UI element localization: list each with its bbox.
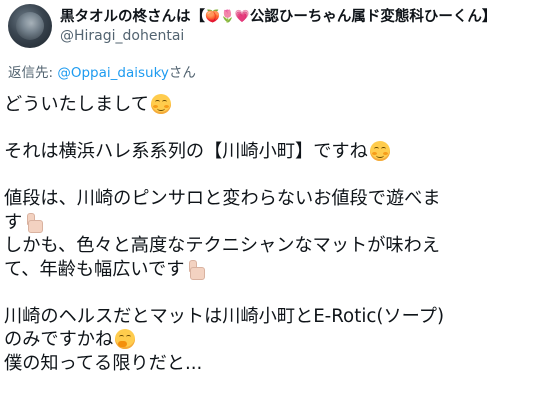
thumbs-up-icon [24,212,44,233]
user-handle[interactable]: @Hiragi_dohentai [60,27,184,45]
tweet-line: それは横浜ハレ系系列の【川崎小町】ですね [4,140,536,164]
tweet-line-text: 川崎のヘルスだとマットは川崎小町とE-Rotic(ソープ) [4,305,445,327]
tweet-line-text: のみですかね [4,329,114,350]
tweet-line: どういたしまして [4,93,536,117]
tweet-line: 値段は、川崎のピンサロと変わらないお値段で遊べま [4,187,536,211]
tweet-line-text: どういたしまして [4,94,149,115]
reply-mention-link[interactable]: @Oppai_daisuky [57,65,169,81]
tweet-line: 川崎のヘルスだとマットは川崎小町とE-Rotic(ソープ) [4,305,536,329]
tweet-header: 黒タオルの柊さんは【🍑🌷💗公認ひーちゃん属ド変態科ひーくん】 @Hiragi_d… [8,4,538,48]
name-badge-emojis: 🍑🌷💗 [205,9,250,23]
thinking-face-icon [115,329,136,349]
tweet-line: 僕の知ってる限りだと... [4,352,536,376]
tweet-line-text: 値段は、川崎のピンサロと変わらないお値段で遊べま [4,188,441,209]
tweet-line-text: 僕の知ってる限りだと... [4,352,203,374]
thumbs-up-icon [186,259,206,280]
display-name[interactable]: 黒タオルの柊さんは【🍑🌷💗公認ひーちゃん属ド変態科ひーくん】 [60,6,538,26]
tweet-line: す [4,211,536,235]
tweet-line: て、年齢も幅広いです [4,258,536,282]
tweet-line: しかも、色々と高度なテクニシャンなマットが味わえ [4,234,536,258]
smiling-face-icon [369,141,390,161]
tweet-line-text: しかも、色々と高度なテクニシャンなマットが味わえ [4,235,440,256]
avatar[interactable] [8,4,52,48]
tweet-line-text: それは横浜ハレ系系列の【川崎小町】ですね [4,141,368,162]
tweet-line-text: す [4,211,23,233]
reply-suffix: さん [168,65,196,81]
reply-context: 返信先: @Oppai_daisukyさん [8,64,196,82]
tweet-line: のみですかね [4,328,536,352]
display-name-text: 黒タオルの柊さんは【 [60,9,205,25]
avatar-image [16,12,44,40]
display-name-suffix: 公認ひーちゃん属ド変態科ひーくん】 [249,9,497,25]
reply-prefix: 返信先: [8,65,58,81]
smiling-blush-icon [150,94,171,114]
tweet-line-text: て、年齢も幅広いです [4,258,185,280]
tweet-body: どういたしまして それは横浜ハレ系系列の【川崎小町】ですね 値段は、川崎のピンサ… [4,93,536,375]
